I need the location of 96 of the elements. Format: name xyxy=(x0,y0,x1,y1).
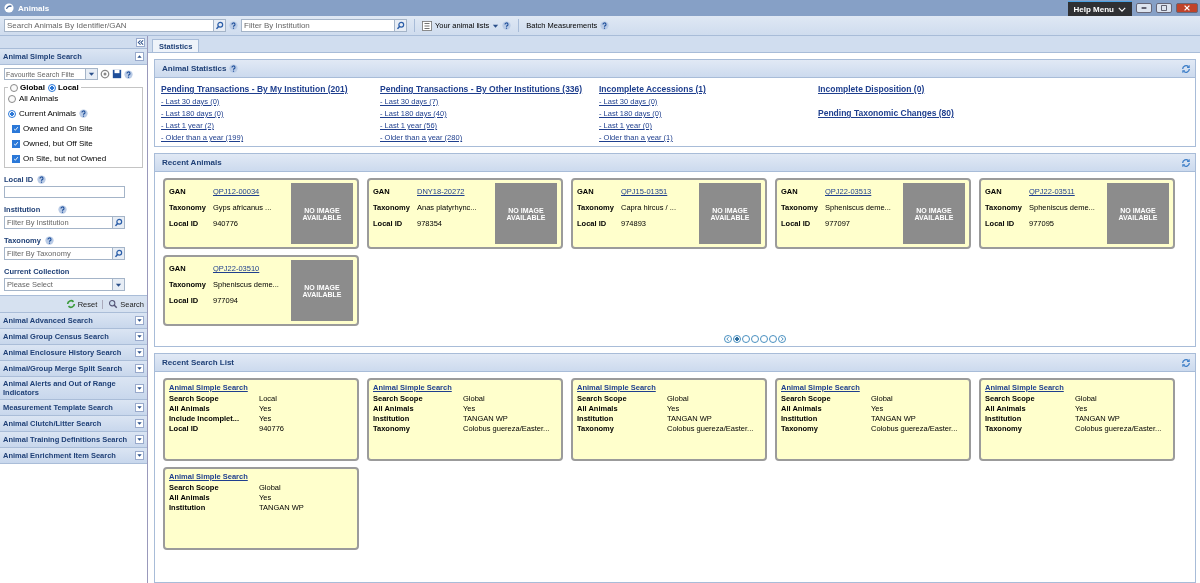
search-icon xyxy=(114,218,123,227)
restore-icon xyxy=(1160,4,1168,12)
search-icon xyxy=(215,21,224,30)
checkbox-label[interactable]: Owned, but Off Site xyxy=(23,139,93,148)
statistic-link[interactable]: Incomplete Disposition (0) xyxy=(818,84,925,94)
expand-button[interactable] xyxy=(135,383,144,393)
help-icon[interactable] xyxy=(502,21,512,30)
help-icon[interactable] xyxy=(229,64,239,73)
caret-icon xyxy=(136,317,143,324)
expand-button[interactable] xyxy=(135,451,144,460)
up-caret-icon xyxy=(136,53,143,60)
radio-label[interactable]: Current Animals xyxy=(19,109,76,118)
page-dot[interactable] xyxy=(751,335,759,343)
expand-button[interactable] xyxy=(135,332,144,341)
checkbox-label[interactable]: Owned and On Site xyxy=(23,124,93,133)
caret-icon xyxy=(115,281,122,288)
page-dot[interactable] xyxy=(742,335,750,343)
dropdown-button[interactable] xyxy=(113,278,125,291)
caret-icon xyxy=(136,404,143,411)
checkbox[interactable] xyxy=(12,124,20,133)
double-chevron-icon xyxy=(137,38,144,46)
caret-icon xyxy=(136,452,143,459)
refresh-icon[interactable] xyxy=(1181,63,1191,74)
caret-icon xyxy=(136,365,143,372)
radio-label[interactable]: All Animals xyxy=(19,94,59,103)
help-icon[interactable] xyxy=(600,21,610,30)
statistic-link[interactable]: Pending Taxonomic Changes (80) xyxy=(818,108,954,118)
save-icon[interactable] xyxy=(112,69,122,79)
search-button[interactable] xyxy=(113,216,125,229)
radio-label[interactable]: Local xyxy=(57,83,79,92)
close-icon xyxy=(1183,4,1191,12)
help-icon[interactable] xyxy=(229,21,238,30)
help-icon[interactable] xyxy=(58,205,68,214)
radio-button[interactable] xyxy=(47,83,56,92)
caret-icon xyxy=(88,71,95,77)
checkmark-icon xyxy=(13,155,19,162)
radio-button[interactable] xyxy=(8,109,16,118)
expand-button[interactable] xyxy=(135,348,144,357)
caret-icon xyxy=(136,436,143,443)
minimize-icon xyxy=(1140,4,1148,12)
checkmark-icon xyxy=(13,125,19,132)
list-icon[interactable] xyxy=(422,20,432,31)
checkbox[interactable] xyxy=(12,139,20,148)
expand-button[interactable] xyxy=(135,364,144,373)
caret-icon xyxy=(492,22,500,29)
page-dot[interactable] xyxy=(760,335,768,343)
caret-icon xyxy=(136,333,143,340)
expand-button[interactable] xyxy=(135,403,144,412)
minimize-button[interactable] xyxy=(1136,3,1152,13)
panel-title: Recent Search List xyxy=(162,358,235,367)
institution-field[interactable]: Filter By Institution xyxy=(241,19,395,32)
local-id-field[interactable] xyxy=(4,186,125,198)
statistic-link[interactable]: Pending Transactions - By My Institution (201) xyxy=(161,84,348,94)
caret-icon xyxy=(136,384,143,392)
refresh-icon[interactable] xyxy=(1181,157,1191,168)
search-button[interactable] xyxy=(395,19,407,32)
refresh-icon[interactable] xyxy=(65,299,76,309)
checkbox-label[interactable]: On Site, but not Owned xyxy=(23,154,107,163)
radio-button[interactable] xyxy=(10,83,18,92)
window-title: Animals xyxy=(18,3,50,13)
help-icon[interactable] xyxy=(78,109,88,118)
restore-button[interactable] xyxy=(1156,3,1172,13)
caret-icon xyxy=(136,349,143,356)
previous-page-icon[interactable] xyxy=(724,335,732,343)
help-icon[interactable] xyxy=(44,236,54,245)
checkmark-icon xyxy=(13,140,19,147)
help-menu-button[interactable]: Help Menu xyxy=(1067,1,1132,17)
statistic-link[interactable]: Pending Transactions - By Other Institutions (336) xyxy=(380,84,583,94)
panel-title: Recent Animals xyxy=(162,158,222,167)
checkbox[interactable] xyxy=(12,154,20,163)
search-field[interactable]: Search Animals By Identifier/GAN xyxy=(4,19,214,32)
search-icon xyxy=(396,21,405,30)
caret-icon xyxy=(136,420,143,427)
refresh-icon[interactable] xyxy=(1181,357,1191,368)
radio-label[interactable]: Global xyxy=(20,83,45,92)
expand-button[interactable] xyxy=(135,316,144,325)
app-icon xyxy=(4,3,14,13)
help-icon[interactable] xyxy=(124,69,133,79)
help-icon[interactable] xyxy=(37,175,47,184)
next-page-icon[interactable] xyxy=(778,335,786,343)
search-icon xyxy=(114,249,123,258)
expand-button[interactable] xyxy=(135,435,144,444)
radio-button[interactable] xyxy=(8,94,16,103)
expand-button[interactable] xyxy=(135,419,144,428)
panel-title: Animal Statistics xyxy=(162,64,227,73)
statistic-link[interactable]: Incomplete Accessions (1) xyxy=(599,84,706,94)
close-button[interactable] xyxy=(1176,3,1198,13)
search-button[interactable] xyxy=(214,19,226,32)
chevron-icon xyxy=(1118,7,1126,12)
page-dot[interactable] xyxy=(769,335,777,343)
collapse-button[interactable] xyxy=(136,37,145,47)
collapse-button[interactable] xyxy=(135,52,144,61)
page-dot[interactable] xyxy=(733,335,741,343)
search-icon[interactable] xyxy=(108,299,119,309)
dropdown-button[interactable] xyxy=(86,68,98,80)
search-button[interactable] xyxy=(113,247,125,260)
